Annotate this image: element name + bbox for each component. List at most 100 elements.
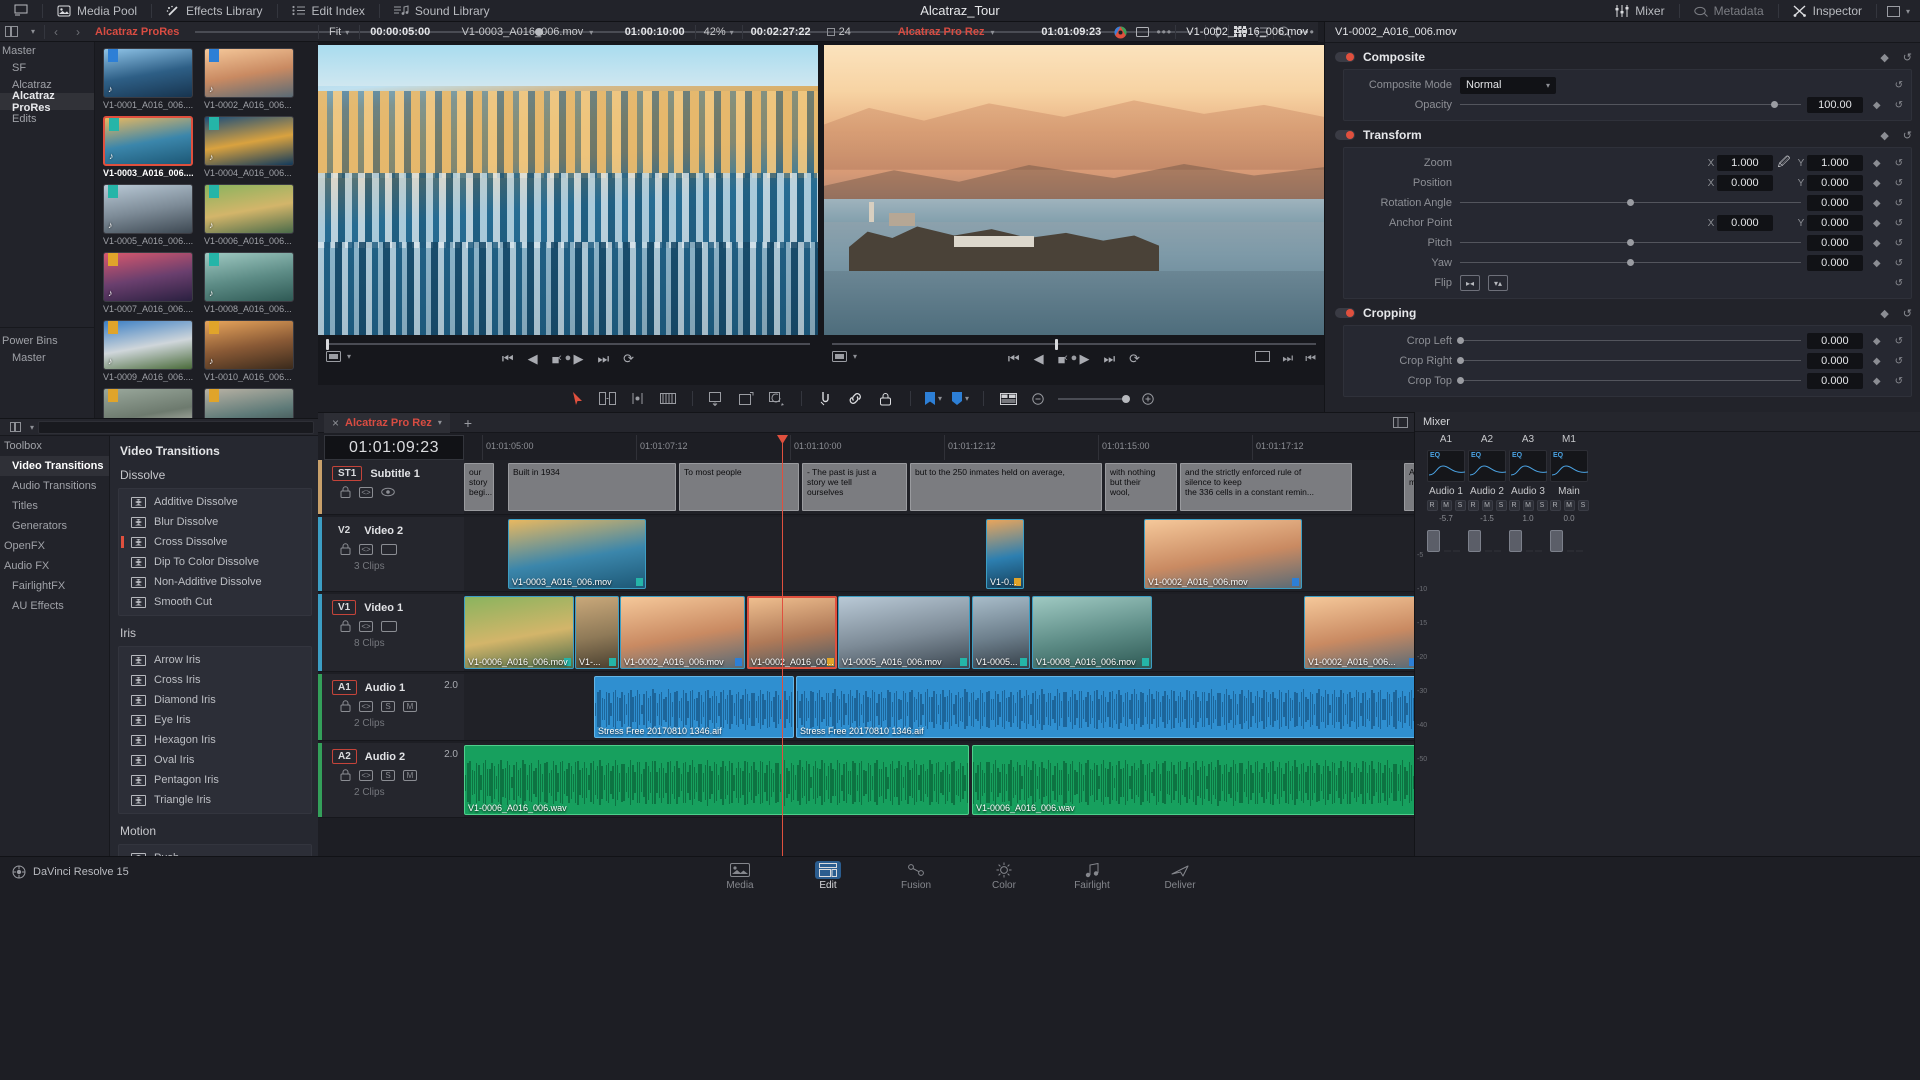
fx-nav-titles[interactable]: Titles xyxy=(0,496,109,516)
home-icon[interactable] xyxy=(0,0,42,22)
channel-buttons[interactable]: RMS xyxy=(1548,500,1590,511)
snapping-icon[interactable] xyxy=(816,389,836,409)
media-pool-item[interactable]: ♪ V1-0008_A016_006... xyxy=(204,252,296,314)
fx-nav-toolbox[interactable]: Toolbox xyxy=(0,436,109,456)
media-pool-panel[interactable]: ♪ V1-0001_A016_006.... ♪ V1-0002_A016_006..… xyxy=(95,42,318,418)
channel-button-s[interactable]: S xyxy=(1577,500,1589,511)
linked-selection-icon[interactable] xyxy=(846,389,866,409)
channel-fader[interactable] xyxy=(1468,530,1481,552)
row-tools[interactable]: ◆ ↺ xyxy=(1873,198,1903,209)
lock-icon[interactable] xyxy=(340,486,351,498)
trim-edit-icon[interactable] xyxy=(598,389,618,409)
nav-page-edit[interactable]: Edit xyxy=(796,859,860,891)
row-tools[interactable]: ◆ ↺ xyxy=(1873,158,1903,169)
media-pool-button[interactable]: Media Pool xyxy=(43,0,151,22)
nav-forward-button[interactable]: › xyxy=(67,22,89,42)
chevron-down-icon[interactable]: ▾ xyxy=(438,418,442,427)
effects-view-toggle[interactable] xyxy=(4,417,26,437)
row-slider[interactable] xyxy=(1457,373,1801,389)
zoom-dropdown[interactable]: 42% ▾ xyxy=(696,26,742,38)
fx-nav-generators[interactable]: Generators xyxy=(0,516,109,536)
video-clip[interactable]: V1-0005_A016_006.mov xyxy=(838,596,970,669)
clip-thumbnail[interactable]: ♪ xyxy=(103,388,193,418)
channel-button-m[interactable]: M xyxy=(1440,500,1452,511)
row-value-y[interactable]: 0.000 xyxy=(1806,215,1863,231)
fx-item[interactable]: Cross Dissolve xyxy=(119,532,311,552)
jump-start-icon[interactable]: ⏮ xyxy=(502,351,514,367)
lock-icon[interactable] xyxy=(340,700,351,712)
lock-icon[interactable] xyxy=(340,543,351,555)
row-tools[interactable]: ◆ ↺ xyxy=(1873,258,1903,269)
mixer-button[interactable]: Mixer xyxy=(1601,0,1678,22)
auto-select-icon[interactable]: <> xyxy=(359,620,373,632)
dynamic-trim-icon[interactable] xyxy=(628,389,648,409)
track-id-badge[interactable]: V2 xyxy=(332,523,356,538)
jump-start-icon[interactable]: ⏮ xyxy=(1008,351,1020,367)
close-icon[interactable]: × xyxy=(332,416,339,430)
fx-nav-video-transitions[interactable]: Video Transitions xyxy=(0,456,109,476)
slider-knob[interactable] xyxy=(1627,259,1635,266)
video-clip[interactable]: V1-0002_A016_006... xyxy=(1304,596,1414,669)
reset-section-icon[interactable]: ↺ xyxy=(1903,307,1912,320)
bin-item-alcatraz-prores[interactable]: Alcatraz ProRes xyxy=(0,90,94,114)
reset-icon[interactable]: ↺ xyxy=(1895,158,1903,169)
clip-thumbnail[interactable]: ♪ xyxy=(204,388,294,418)
timeline-viewer[interactable]: ▾ ‹ ● › ⏮ ◀ ■ ▶ ⏭ ⟳ ⏭ ⏮ xyxy=(824,45,1324,367)
mixer-channel-a2[interactable]: A2 EQ Audio 2 R M S -1.5 xyxy=(1466,434,1508,552)
section-enable-toggle[interactable] xyxy=(1335,130,1355,140)
link-xy-icon[interactable]: 🖉 xyxy=(1773,153,1795,174)
mixer-channel-m1[interactable]: M1 EQ Main R M S 0.0 xyxy=(1548,434,1590,552)
keyframe-icon[interactable]: ◆ xyxy=(1873,238,1881,249)
fx-item[interactable]: Non-Additive Dissolve xyxy=(119,572,311,592)
zoom-in-icon[interactable] xyxy=(1138,389,1158,409)
section-enable-toggle[interactable] xyxy=(1335,308,1355,318)
reset-section-icon[interactable]: ↺ xyxy=(1903,129,1912,142)
source-scrubber[interactable] xyxy=(326,339,810,350)
timeline-view-icon[interactable] xyxy=(1393,417,1408,428)
fx-nav-audio-fx[interactable]: Audio FX xyxy=(0,556,109,576)
media-pool-item[interactable]: ♪V1-0012_A016_006... xyxy=(204,388,296,418)
viewer-options-icon[interactable]: ••• xyxy=(1153,22,1175,42)
window-controls[interactable]: ▾ xyxy=(1877,0,1920,22)
video-enable-icon[interactable] xyxy=(381,543,397,555)
row-value[interactable]: 0.000 xyxy=(1806,235,1863,251)
row-value[interactable]: 0.000 xyxy=(1806,333,1863,349)
row-slider[interactable] xyxy=(1460,97,1801,113)
fx-item[interactable]: Eye Iris xyxy=(119,710,311,730)
track-lane-a1[interactable]: Stress Free 20170810 1346.aif Stress Free… xyxy=(464,674,1414,741)
bin-item-sf[interactable]: SF xyxy=(0,59,94,76)
row-slider[interactable] xyxy=(1457,333,1801,349)
viewer-mode-icon[interactable] xyxy=(1131,22,1153,42)
audio-clip[interactable]: V1-0006_A016_006.wav xyxy=(972,745,1414,815)
timeline-playhead-marker[interactable] xyxy=(1054,339,1058,350)
overwrite-clip-icon[interactable] xyxy=(737,389,757,409)
audio-clip[interactable]: Stress Free 20170810 1346.aif xyxy=(594,676,794,738)
channel-button-m[interactable]: M xyxy=(1522,500,1534,511)
track-id-badge[interactable]: A1 xyxy=(332,680,357,695)
clip-thumbnail[interactable]: ♪ xyxy=(204,320,294,370)
reset-icon[interactable]: ↺ xyxy=(1895,336,1903,347)
mark-out-icon[interactable]: ⏭ xyxy=(1282,351,1293,366)
channel-button-s[interactable]: S xyxy=(1454,500,1466,511)
channel-button-s[interactable]: S xyxy=(1495,500,1507,511)
row-value-x[interactable]: 0.000 xyxy=(1716,175,1773,191)
chevron-down-icon[interactable]: ▾ xyxy=(30,423,34,432)
nav-page-deliver[interactable]: Deliver xyxy=(1148,859,1212,891)
metadata-button[interactable]: Metadata xyxy=(1680,0,1778,22)
lock-icon[interactable] xyxy=(340,620,351,632)
fx-item[interactable]: Dip To Color Dissolve xyxy=(119,552,311,572)
bin-dropdown[interactable]: ▾ xyxy=(22,22,44,42)
media-pool-item[interactable]: ♪ V1-0005_A016_006.... xyxy=(103,184,195,246)
row-slider[interactable] xyxy=(1460,235,1801,251)
nav-page-fusion[interactable]: Fusion xyxy=(884,859,948,891)
keyframe-icon[interactable]: ◆ xyxy=(1873,178,1881,189)
channel-fader[interactable] xyxy=(1550,530,1563,552)
inspector-section-header[interactable]: Composite ◆ ↺ xyxy=(1325,47,1920,67)
flip-horizontal-button[interactable]: ▸◂ xyxy=(1460,275,1480,291)
channel-button-r[interactable]: R xyxy=(1508,500,1520,511)
row-tools[interactable]: ↺ xyxy=(1895,80,1903,91)
nav-page-media[interactable]: Media xyxy=(708,859,772,891)
sound-library-button[interactable]: Sound Library xyxy=(380,0,504,22)
track-controls[interactable]: <> S M xyxy=(340,769,417,781)
reset-icon[interactable]: ↺ xyxy=(1895,356,1903,367)
